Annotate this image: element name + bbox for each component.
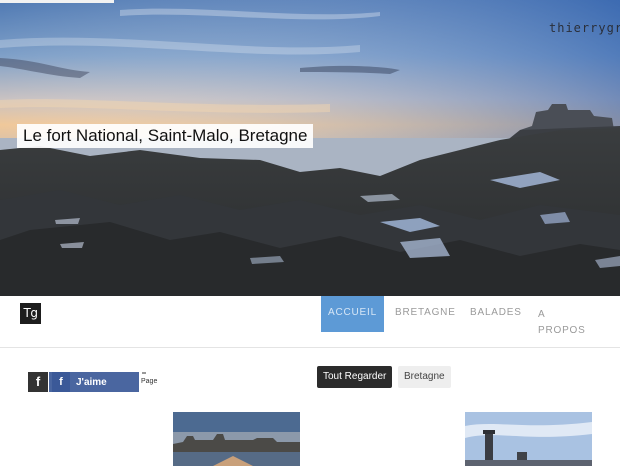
hero-banner: thierrygr Le fort National, Saint-Malo, … xyxy=(0,0,620,296)
facebook-f-icon: f xyxy=(52,372,70,392)
photographer-watermark: thierrygr xyxy=(549,21,620,35)
facebook-icon[interactable]: f xyxy=(28,372,48,392)
hero-title: Le fort National, Saint-Malo, Bretagne xyxy=(17,124,314,148)
filter-tout-regarder[interactable]: Tout Regarder xyxy=(317,366,393,388)
lighthouse-photo xyxy=(465,412,592,466)
nav-item-bretagne[interactable]: BRETAGNE xyxy=(395,296,456,332)
page-label: Page xyxy=(141,372,158,385)
site-logo[interactable]: Tg xyxy=(20,303,41,324)
hero-photo xyxy=(0,0,620,296)
nav-item-accueil[interactable]: ACCUEIL xyxy=(321,296,384,332)
nav-item-a-propos[interactable]: A PROPOS xyxy=(538,307,588,339)
filter-bretagne[interactable]: Bretagne xyxy=(398,366,451,388)
top-strip xyxy=(0,0,114,3)
main-navbar: Tg ACCUEIL BRETAGNE BALADES A PROPOS xyxy=(0,296,620,348)
saint-malo-ramparts-photo xyxy=(173,412,300,466)
gallery-thumbnail[interactable] xyxy=(465,412,592,466)
gallery-thumbnail[interactable] xyxy=(173,412,300,466)
nav-item-balades[interactable]: BALADES xyxy=(470,296,522,332)
facebook-like-button[interactable]: f J'aime xyxy=(49,372,139,392)
like-label: J'aime xyxy=(76,377,107,388)
